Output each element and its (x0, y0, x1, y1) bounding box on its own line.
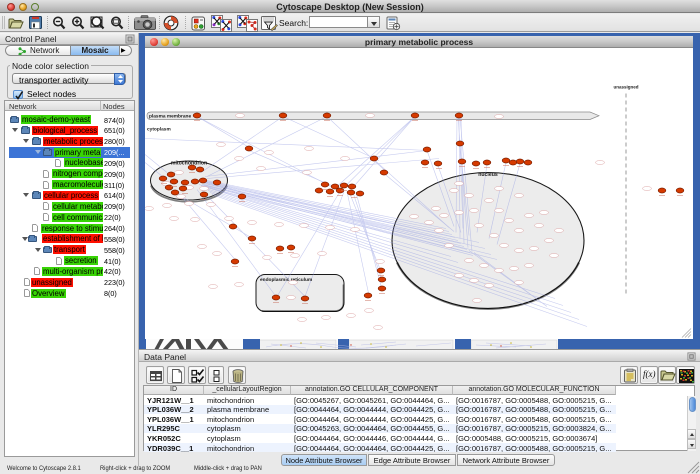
svg-text:unassigned: unassigned (613, 84, 638, 89)
svg-text:plasma membrane: plasma membrane (149, 113, 191, 119)
svg-text:nucleus: nucleus (478, 172, 498, 178)
svg-text:cytoplasm: cytoplasm (147, 126, 171, 132)
svg-text:endoplasmic reticulum: endoplasmic reticulum (260, 277, 312, 283)
